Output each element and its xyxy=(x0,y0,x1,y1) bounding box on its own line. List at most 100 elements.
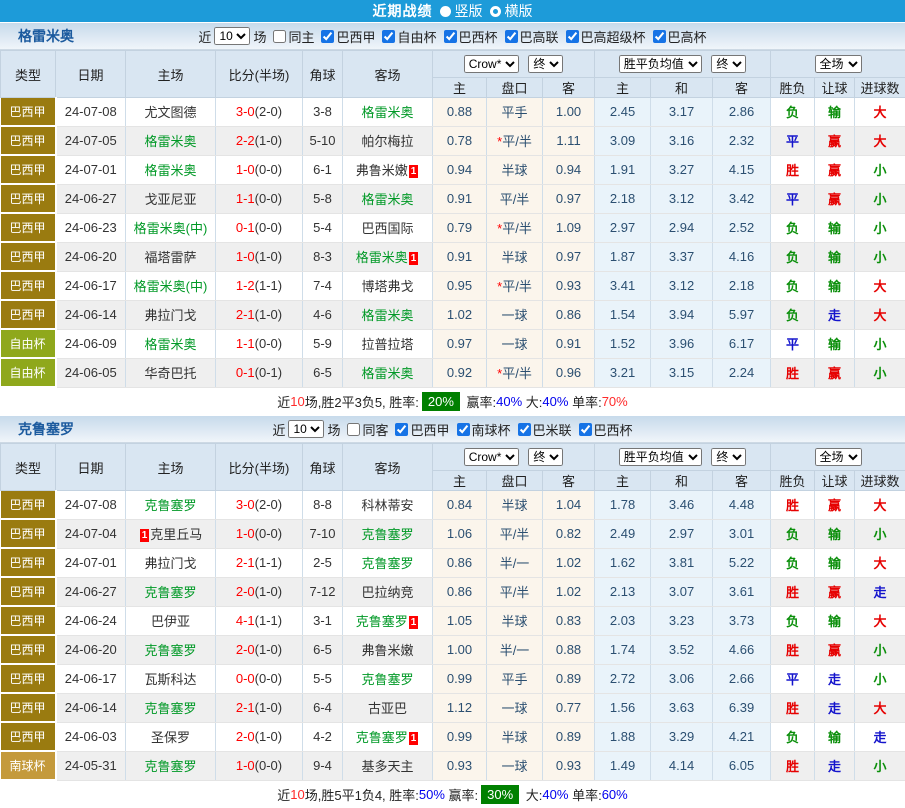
handicap-result-cell: 输 xyxy=(815,548,855,577)
league-label: 巴高超级杯 xyxy=(581,27,646,46)
fulltime-score: 1-0 xyxy=(236,758,255,773)
home-team-cell: 圣保罗 xyxy=(126,722,216,751)
avg-home-cell: 1.88 xyxy=(595,722,651,751)
match-count-select[interactable]: 10 xyxy=(214,27,250,45)
odds-away-cell: 0.77 xyxy=(543,693,595,722)
summary-segment: 70% xyxy=(602,394,628,409)
handicap-star: * xyxy=(497,279,502,294)
handicap-result-cell: 输 xyxy=(815,98,855,127)
handicap-result-cell: 赢 xyxy=(815,635,855,664)
avg-select[interactable]: 胜平负均值 xyxy=(619,55,702,73)
league-filter[interactable]: 巴高超级杯 xyxy=(559,27,646,46)
fulltime-select[interactable]: 全场 xyxy=(815,448,862,466)
team-name: 格雷米奥 xyxy=(18,26,74,46)
away-team-cell: 格雷米奥1 xyxy=(343,242,433,271)
fulltime-score: 2-0 xyxy=(236,729,255,744)
team-label: 克鲁塞罗 xyxy=(144,643,196,658)
avg-home-cell: 2.03 xyxy=(595,606,651,635)
league-filter[interactable]: 南球杯 xyxy=(450,420,511,439)
date-cell: 24-06-17 xyxy=(56,664,126,693)
league-checkbox[interactable] xyxy=(505,30,518,43)
match-count-select[interactable]: 10 xyxy=(288,420,324,438)
result-cell: 负 xyxy=(771,548,815,577)
league-checkbox[interactable] xyxy=(579,423,592,436)
match-row: 巴西甲24-07-01弗拉门戈2-1(1-1)2-5克鲁塞罗0.86半/一1.0… xyxy=(1,548,905,577)
league-filter[interactable]: 巴西甲 xyxy=(314,27,375,46)
avg-draw-cell: 3.81 xyxy=(651,548,713,577)
team-label: 弗拉门戈 xyxy=(144,556,196,571)
avg-away-cell: 3.73 xyxy=(713,606,771,635)
halftime-score: (0-0) xyxy=(255,526,282,541)
radio-selected-icon[interactable] xyxy=(440,6,451,17)
red-card-badge: 1 xyxy=(409,732,419,745)
fulltime-select[interactable]: 全场 xyxy=(815,55,862,73)
same-venue-filter[interactable]: 同主 xyxy=(266,27,314,46)
summary-segment: 40% xyxy=(542,394,568,409)
avg-stage-select[interactable]: 终 xyxy=(711,448,746,466)
league-label: 巴高联 xyxy=(520,27,559,46)
league-checkbox[interactable] xyxy=(518,423,531,436)
home-team-cell: 华奇巴托 xyxy=(126,358,216,387)
league-filter[interactable]: 巴西甲 xyxy=(388,420,449,439)
corner-cell: 5-9 xyxy=(303,329,343,358)
league-filter[interactable]: 巴高联 xyxy=(498,27,559,46)
same-venue-checkbox[interactable] xyxy=(273,30,286,43)
league-checkbox[interactable] xyxy=(444,30,457,43)
sub-header-handicap-result: 让球 xyxy=(815,471,855,491)
fulltime-score: 4-1 xyxy=(236,613,255,628)
league-checkbox[interactable] xyxy=(382,30,395,43)
league-filter[interactable]: 自由杯 xyxy=(375,27,436,46)
result-cell: 胜 xyxy=(771,693,815,722)
league-checkbox[interactable] xyxy=(653,30,666,43)
league-checkbox[interactable] xyxy=(395,423,408,436)
goals-cell: 小 xyxy=(855,635,905,664)
odds-home-cell: 0.84 xyxy=(433,491,487,520)
league-filter[interactable]: 巴西杯 xyxy=(437,27,498,46)
goals-cell: 大 xyxy=(855,300,905,329)
same-venue-label: 同客 xyxy=(362,420,388,439)
team-label: 尤文图德 xyxy=(144,105,196,120)
layout-radio-vertical[interactable]: 竖版 xyxy=(440,1,483,21)
league-cell: 巴西甲 xyxy=(1,606,56,635)
league-filter[interactable]: 巴西杯 xyxy=(572,420,633,439)
corner-cell: 8-3 xyxy=(303,242,343,271)
avg-select[interactable]: 胜平负均值 xyxy=(619,448,702,466)
odds-stage-select[interactable]: 终 xyxy=(528,448,563,466)
red-card-badge: 1 xyxy=(140,529,150,542)
odds-stage-select[interactable]: 终 xyxy=(528,55,563,73)
summary-segment: 赢率: xyxy=(445,785,478,804)
odds-home-cell: 0.99 xyxy=(433,722,487,751)
filter-bar: 近 10 场 同客 巴西甲南球杯巴米联巴西杯 xyxy=(272,420,632,439)
bookmaker-select[interactable]: Crow* xyxy=(464,448,519,466)
league-filter[interactable]: 巴米联 xyxy=(511,420,572,439)
odds-home-cell: 0.88 xyxy=(433,98,487,127)
away-team-cell: 弗鲁米嫩 xyxy=(343,635,433,664)
goals-cell: 大 xyxy=(855,126,905,155)
league-cell: 自由杯 xyxy=(1,329,56,358)
league-checkbox[interactable] xyxy=(457,423,470,436)
halftime-score: (0-0) xyxy=(255,758,282,773)
home-team-cell: 格雷米奥(中) xyxy=(126,213,216,242)
league-label: 巴西甲 xyxy=(410,420,449,439)
date-cell: 24-07-05 xyxy=(56,126,126,155)
result-cell: 负 xyxy=(771,98,815,127)
sub-header-odds-away: 客 xyxy=(543,78,595,98)
handicap-cell: 一球 xyxy=(487,329,543,358)
league-checkbox[interactable] xyxy=(321,30,334,43)
team-label: 帕尔梅拉 xyxy=(361,134,413,149)
result-cell: 胜 xyxy=(771,358,815,387)
score-cell: 2-1(1-1) xyxy=(216,548,303,577)
league-filter[interactable]: 巴高杯 xyxy=(646,27,707,46)
bookmaker-select[interactable]: Crow* xyxy=(464,55,519,73)
fulltime-score: 1-2 xyxy=(236,278,255,293)
fulltime-score: 0-1 xyxy=(236,365,255,380)
radio-unselected-icon[interactable] xyxy=(490,6,501,17)
same-venue-filter[interactable]: 同客 xyxy=(340,420,388,439)
avg-stage-select[interactable]: 终 xyxy=(711,55,746,73)
handicap-cell: 平/半 xyxy=(487,577,543,606)
same-venue-checkbox[interactable] xyxy=(347,423,360,436)
layout-radio-horizontal[interactable]: 横版 xyxy=(490,1,533,21)
team-label: 格雷米奥 xyxy=(361,366,413,381)
league-checkbox[interactable] xyxy=(566,30,579,43)
score-cell: 3-0(2-0) xyxy=(216,491,303,520)
